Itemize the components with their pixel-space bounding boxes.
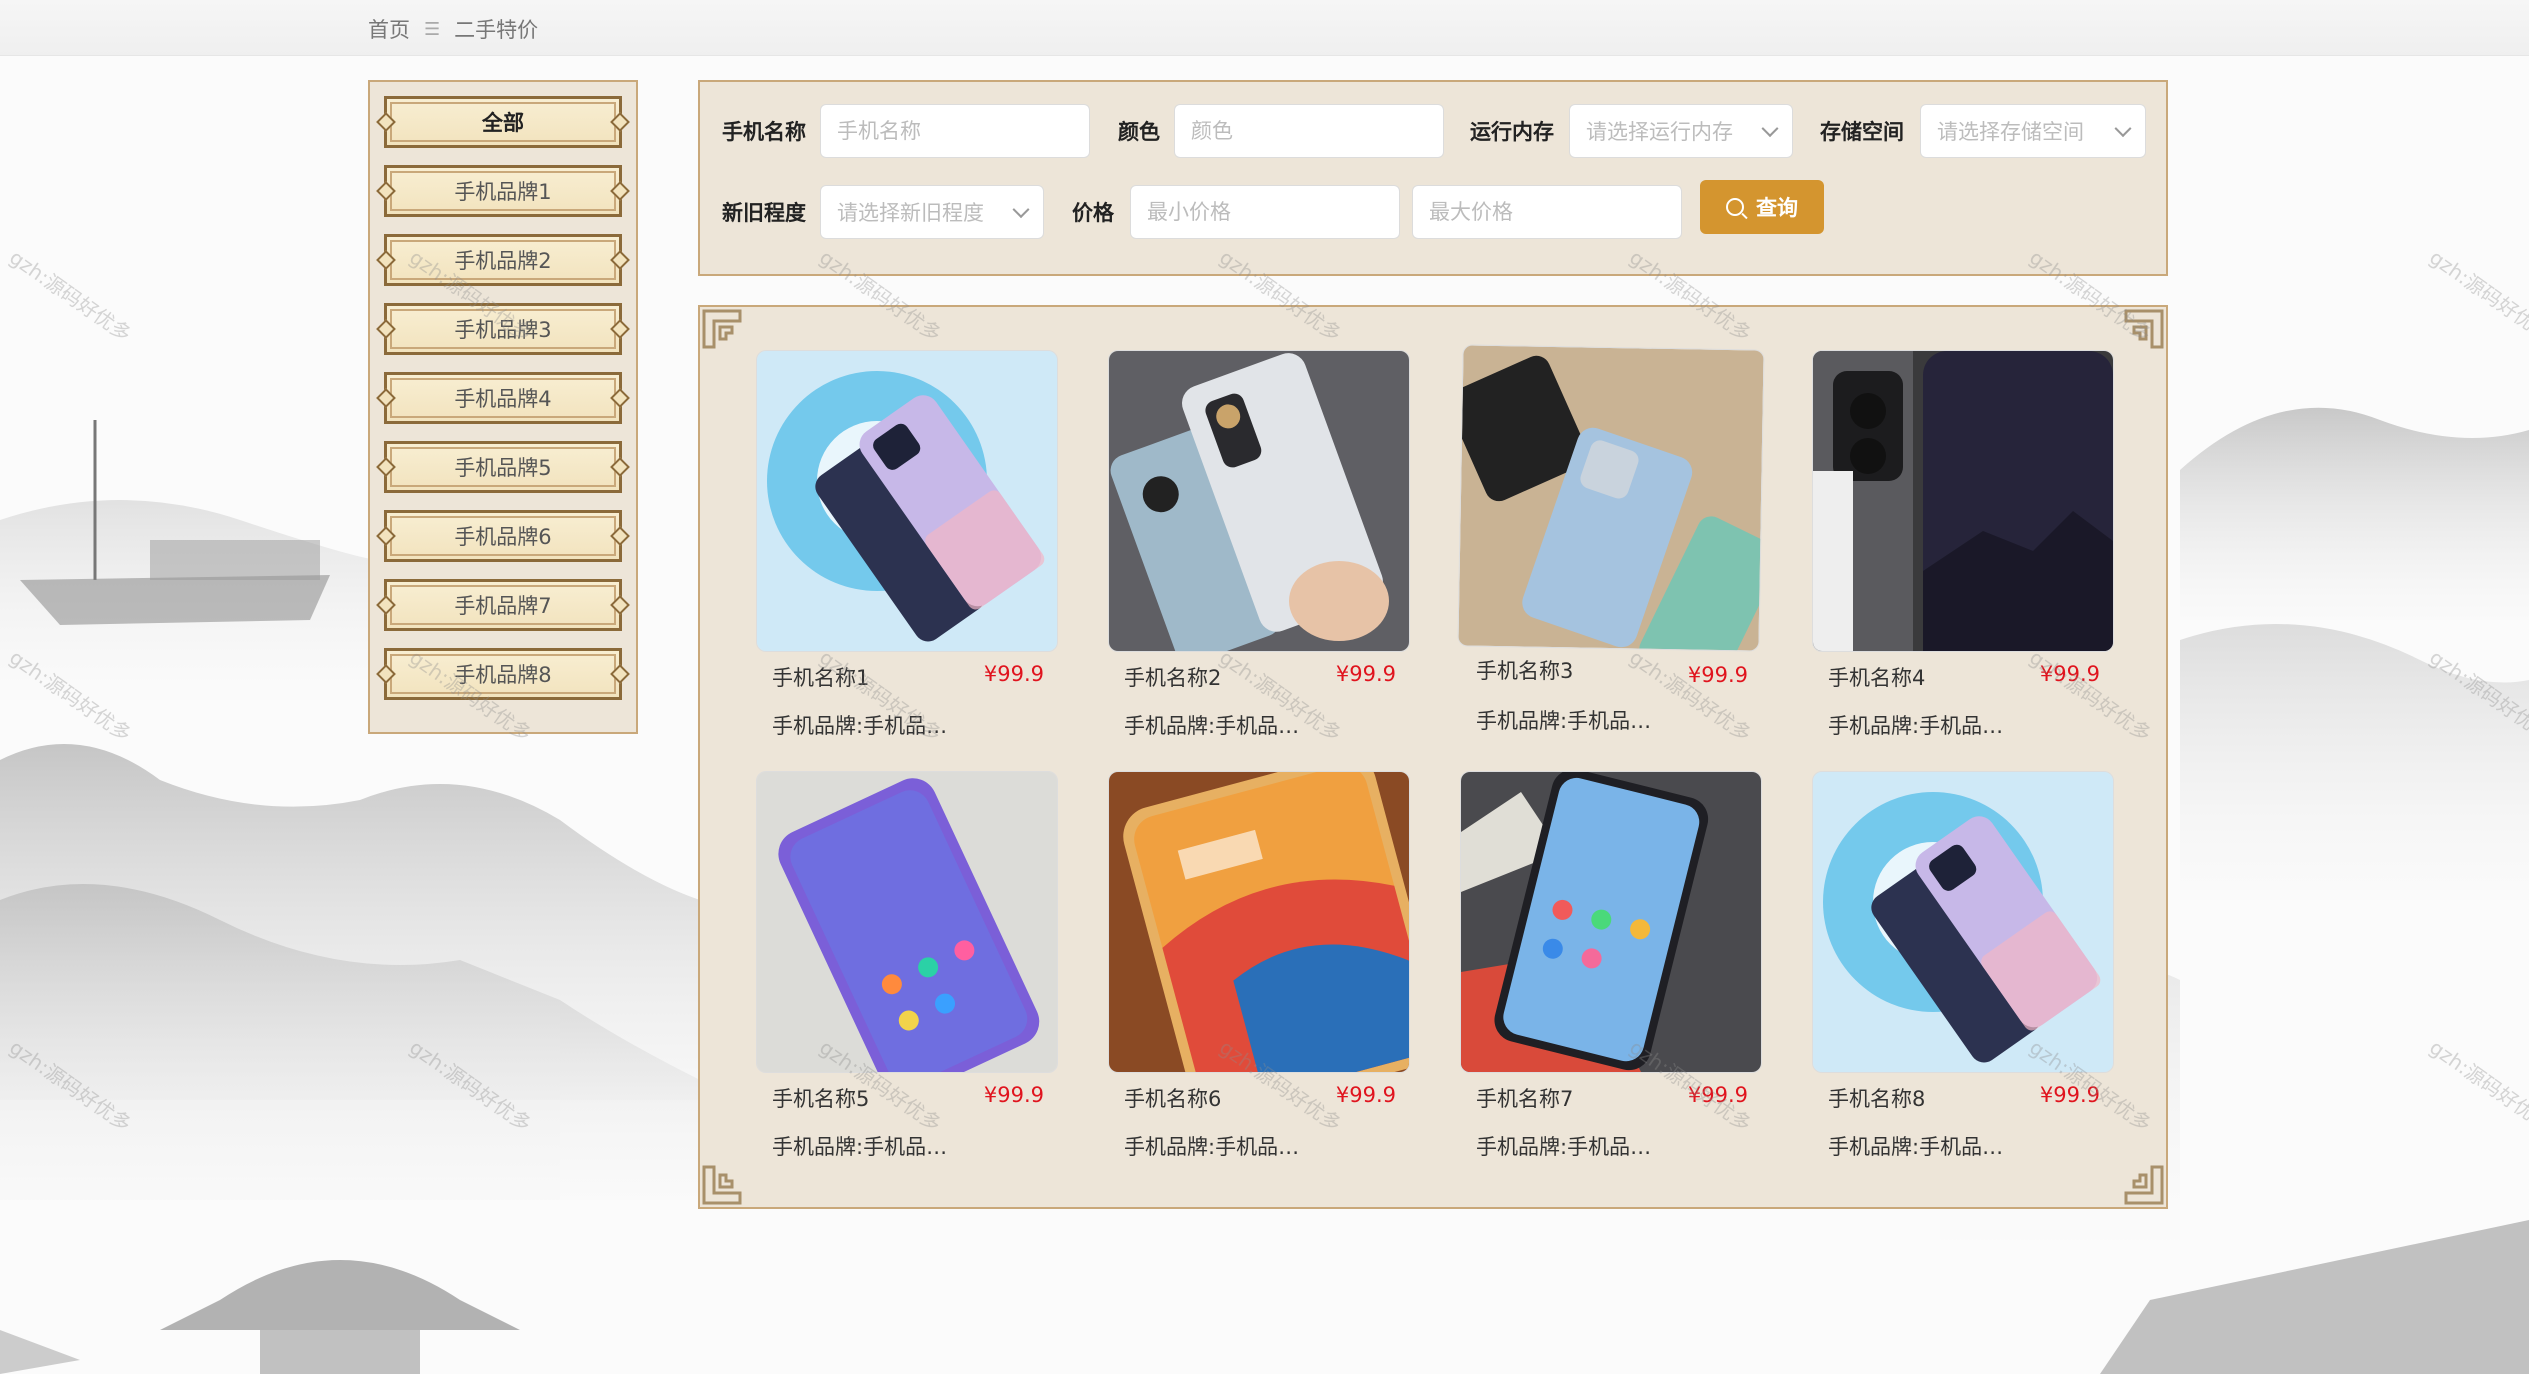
- product-brand: 手机品牌:手机品…: [1828, 714, 2004, 738]
- ram-select[interactable]: 请选择运行内存: [1569, 104, 1793, 158]
- sidebar-item-brand-1[interactable]: 手机品牌1: [384, 165, 622, 217]
- product-price: ¥99.9: [2039, 1083, 2100, 1107]
- condition-select-placeholder: 请选择新旧程度: [837, 201, 984, 225]
- product-price: ¥99.9: [2039, 662, 2100, 686]
- product-name: 手机名称3: [1476, 659, 1574, 683]
- product-price: ¥99.9: [1335, 1083, 1396, 1107]
- product-brand: 手机品牌:手机品…: [1124, 714, 1300, 738]
- product-name: 手机名称1: [772, 666, 870, 690]
- product-brand: 手机品牌:手机品…: [772, 714, 948, 738]
- sidebar-item-all[interactable]: 全部: [384, 96, 622, 148]
- condition-label: 新旧程度: [722, 201, 806, 225]
- max-price-input[interactable]: [1412, 185, 1682, 239]
- product-brand: 手机品牌:手机品…: [1476, 709, 1652, 733]
- product-card[interactable]: 手机名称7 ¥99.9 手机品牌:手机品…: [1460, 771, 1762, 1191]
- product-name: 手机名称5: [772, 1087, 870, 1111]
- sidebar-item-brand-3[interactable]: 手机品牌3: [384, 303, 622, 355]
- product-name: 手机名称6: [1124, 1087, 1222, 1111]
- product-name: 手机名称2: [1124, 666, 1222, 690]
- ram-label: 运行内存: [1470, 120, 1554, 144]
- product-card[interactable]: 手机名称8 ¥99.9 手机品牌:手机品…: [1812, 771, 2114, 1191]
- price-label: 价格: [1072, 201, 1114, 225]
- ram-select-placeholder: 请选择运行内存: [1586, 120, 1733, 144]
- breadcrumb-separator-icon: ☰: [424, 18, 441, 40]
- product-brand: 手机品牌:手机品…: [1124, 1135, 1300, 1159]
- product-image: [1457, 344, 1765, 652]
- condition-select[interactable]: 请选择新旧程度: [820, 185, 1044, 239]
- product-brand: 手机品牌:手机品…: [772, 1135, 948, 1159]
- product-name: 手机名称8: [1828, 1087, 1926, 1111]
- product-price: ¥99.9: [1687, 663, 1748, 687]
- product-name: 手机名称7: [1476, 1087, 1574, 1111]
- sidebar-item-brand-8[interactable]: 手机品牌8: [384, 648, 622, 700]
- product-price: ¥99.9: [983, 1083, 1044, 1107]
- breadcrumb: 首页 ☰ 二手特价: [368, 14, 538, 44]
- corner-ornament-icon: [700, 307, 760, 367]
- product-grid-panel: 手机名称1 ¥99.9 手机品牌:手机品… 手机名称2 ¥99.9 手机品牌:手…: [698, 305, 2168, 1209]
- product-price: ¥99.9: [1335, 662, 1396, 686]
- breadcrumb-current: 二手特价: [454, 18, 539, 42]
- query-button[interactable]: 查询: [1700, 180, 1824, 234]
- breadcrumb-home-link[interactable]: 首页: [368, 14, 410, 44]
- query-button-label: 查询: [1756, 196, 1798, 220]
- product-price: ¥99.9: [983, 662, 1044, 686]
- chevron-down-icon: [1012, 201, 1030, 219]
- corner-ornament-icon: [700, 1147, 760, 1207]
- product-card[interactable]: 手机名称2 ¥99.9 手机品牌:手机品…: [1108, 350, 1410, 770]
- corner-ornament-icon: [2106, 1147, 2166, 1207]
- product-brand: 手机品牌:手机品…: [1828, 1135, 2004, 1159]
- color-input[interactable]: [1174, 104, 1444, 158]
- product-card[interactable]: 手机名称4 ¥99.9 手机品牌:手机品…: [1812, 350, 2114, 770]
- product-image: [1460, 771, 1762, 1073]
- product-image: [756, 350, 1058, 652]
- product-card[interactable]: 手机名称1 ¥99.9 手机品牌:手机品…: [756, 350, 1058, 770]
- search-icon: [1726, 198, 1744, 216]
- product-name: 手机名称4: [1828, 666, 1926, 690]
- storage-select[interactable]: 请选择存储空间: [1920, 104, 2146, 158]
- product-image: [1812, 771, 2114, 1073]
- storage-label: 存储空间: [1820, 120, 1904, 144]
- corner-ornament-icon: [2106, 307, 2166, 367]
- sidebar-item-brand-7[interactable]: 手机品牌7: [384, 579, 622, 631]
- search-filter-panel: 手机名称 颜色 运行内存 请选择运行内存 存储空间 请选择存储空间 新旧程度 请…: [698, 80, 2168, 276]
- product-image: [1108, 350, 1410, 652]
- name-label: 手机名称: [722, 120, 806, 144]
- product-brand: 手机品牌:手机品…: [1476, 1135, 1652, 1159]
- sidebar-item-brand-6[interactable]: 手机品牌6: [384, 510, 622, 562]
- sidebar-item-brand-4[interactable]: 手机品牌4: [384, 372, 622, 424]
- sidebar-item-brand-2[interactable]: 手机品牌2: [384, 234, 622, 286]
- brand-sidebar: 全部 手机品牌1 手机品牌2 手机品牌3 手机品牌4 手机品牌5 手机品牌6 手…: [368, 80, 638, 734]
- product-card[interactable]: 手机名称5 ¥99.9 手机品牌:手机品…: [756, 771, 1058, 1191]
- sidebar-item-brand-5[interactable]: 手机品牌5: [384, 441, 622, 493]
- min-price-input[interactable]: [1130, 185, 1400, 239]
- product-card[interactable]: 手机名称6 ¥99.9 手机品牌:手机品…: [1108, 771, 1410, 1191]
- product-image: [756, 771, 1058, 1073]
- top-bar: 首页 ☰ 二手特价: [0, 0, 2529, 56]
- product-image: [1812, 350, 2114, 652]
- phone-name-input[interactable]: [820, 104, 1090, 158]
- chevron-down-icon: [1761, 120, 1779, 138]
- product-card[interactable]: 手机名称3 ¥99.9 手机品牌:手机品…: [1457, 344, 1765, 767]
- product-price: ¥99.9: [1687, 1083, 1748, 1107]
- storage-select-placeholder: 请选择存储空间: [1937, 120, 2084, 144]
- chevron-down-icon: [2114, 120, 2132, 138]
- color-label: 颜色: [1118, 120, 1160, 144]
- product-image: [1108, 771, 1410, 1073]
